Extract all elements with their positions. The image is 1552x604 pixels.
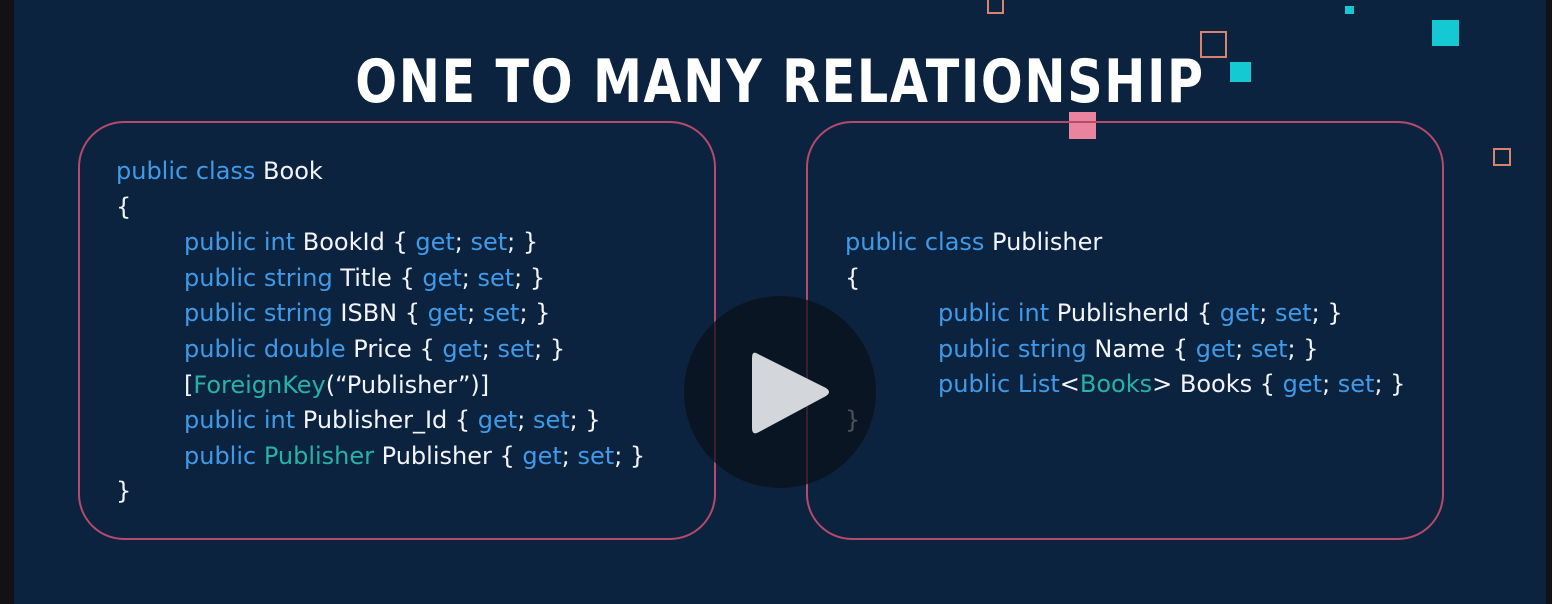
- deco-square-cyan: [1432, 20, 1459, 46]
- code-token: public double: [184, 335, 354, 363]
- code-token: public class: [116, 157, 264, 185]
- code-token: }: [116, 477, 132, 506]
- code-token: public: [184, 441, 264, 470]
- deco-square-cyan: [1230, 62, 1251, 82]
- deco-square-outline: [1493, 148, 1511, 166]
- code-line: public class Book: [116, 153, 323, 189]
- code-token: Publisher: [263, 441, 382, 470]
- code-token: public List: [938, 370, 1060, 399]
- deco-square-cyan: [1345, 6, 1354, 14]
- code-token: ;: [454, 228, 471, 257]
- code-line: public Publisher Publisher { get; set; }: [184, 438, 645, 474]
- code-line: {: [116, 189, 131, 225]
- slide-title: ONE TO MANY RELATIONSHIP: [355, 47, 1205, 117]
- code-token: Name {: [1094, 334, 1196, 363]
- code-token: public int: [938, 299, 1057, 328]
- code-token: ;: [1322, 370, 1338, 399]
- code-line: public string Title { get; set; }: [184, 260, 545, 296]
- code-token: ; }: [1374, 370, 1406, 399]
- play-button[interactable]: [684, 296, 876, 488]
- code-line: public int BookId { get; set; }: [184, 224, 538, 260]
- code-token: set: [1337, 370, 1375, 399]
- code-line: }: [116, 473, 131, 509]
- code-token: set: [477, 263, 515, 292]
- code-line: [ForeignKey(“Publisher”)]: [184, 367, 489, 403]
- code-token: <: [1059, 370, 1080, 399]
- code-line: public string ISBN { get; set; }: [184, 295, 550, 331]
- code-token: public int: [184, 228, 303, 257]
- code-token: BookId {: [302, 228, 416, 257]
- code-token: get: [522, 441, 562, 470]
- code-token: ; }: [534, 335, 566, 363]
- code-line: public int PublisherId { get; set; }: [938, 295, 1343, 331]
- code-token: ; }: [519, 299, 551, 328]
- code-token: ;: [561, 441, 578, 470]
- code-token: get: [422, 263, 462, 292]
- code-token: get: [1195, 334, 1236, 363]
- deco-square-outline: [1200, 31, 1227, 58]
- code-token: ;: [1235, 334, 1251, 363]
- code-token: get: [442, 335, 482, 363]
- code-token: ;: [481, 335, 498, 363]
- code-token: get: [415, 228, 455, 257]
- code-token: Publisher: [992, 228, 1103, 256]
- code-token: Publisher {: [381, 441, 523, 470]
- code-token: set: [1250, 334, 1288, 363]
- code-token: ISBN {: [340, 299, 428, 328]
- code-token: get: [427, 299, 468, 328]
- code-token: set: [482, 299, 520, 328]
- code-line: public string Name { get; set; }: [938, 331, 1319, 367]
- code-token: get: [477, 406, 518, 435]
- code-token: public int: [184, 406, 303, 435]
- code-token: Books: [1079, 370, 1153, 399]
- code-token: Price {: [353, 335, 443, 363]
- code-token: ; }: [569, 406, 601, 435]
- code-token: get: [1282, 370, 1323, 399]
- code-line: public int Publisher_Id { get; set; }: [184, 402, 601, 438]
- code-token: public class: [845, 228, 993, 256]
- code-token: ForeignKey: [193, 370, 326, 399]
- code-token: ;: [467, 299, 483, 328]
- code-token: Book: [263, 157, 323, 185]
- code-token: set: [1274, 299, 1312, 328]
- play-icon: [752, 352, 829, 434]
- code-token: ;: [1259, 299, 1275, 328]
- code-token: set: [470, 228, 508, 257]
- code-line: public List<Books> Books { get; set; }: [938, 366, 1405, 402]
- code-token: public string: [184, 299, 341, 328]
- code-token: [: [184, 370, 194, 399]
- code-token: ; }: [1287, 334, 1319, 363]
- code-token: Publisher_Id {: [302, 406, 478, 435]
- code-token: ; }: [507, 228, 539, 257]
- code-token: {: [845, 263, 861, 292]
- code-token: ; }: [514, 263, 546, 292]
- code-token: set: [577, 441, 615, 470]
- code-token: > Books {: [1152, 370, 1283, 399]
- code-token: ; }: [1311, 299, 1343, 328]
- code-token: public string: [938, 334, 1095, 363]
- code-token: ; }: [614, 441, 646, 470]
- code-token: PublisherId {: [1056, 299, 1220, 328]
- code-line: public double Price { get; set; }: [184, 331, 565, 367]
- code-line: {: [845, 260, 860, 296]
- code-token: (“Publisher”)]: [325, 370, 490, 399]
- code-token: ;: [461, 263, 478, 292]
- code-token: set: [497, 335, 535, 363]
- code-token: get: [1219, 299, 1260, 328]
- code-token: Title {: [340, 263, 423, 292]
- code-line: public class Publisher: [845, 224, 1102, 260]
- deco-square-outline: [987, 0, 1004, 14]
- code-token: {: [116, 192, 132, 221]
- code-token: set: [532, 406, 570, 435]
- code-token: public string: [184, 263, 341, 292]
- code-token: ;: [517, 406, 533, 435]
